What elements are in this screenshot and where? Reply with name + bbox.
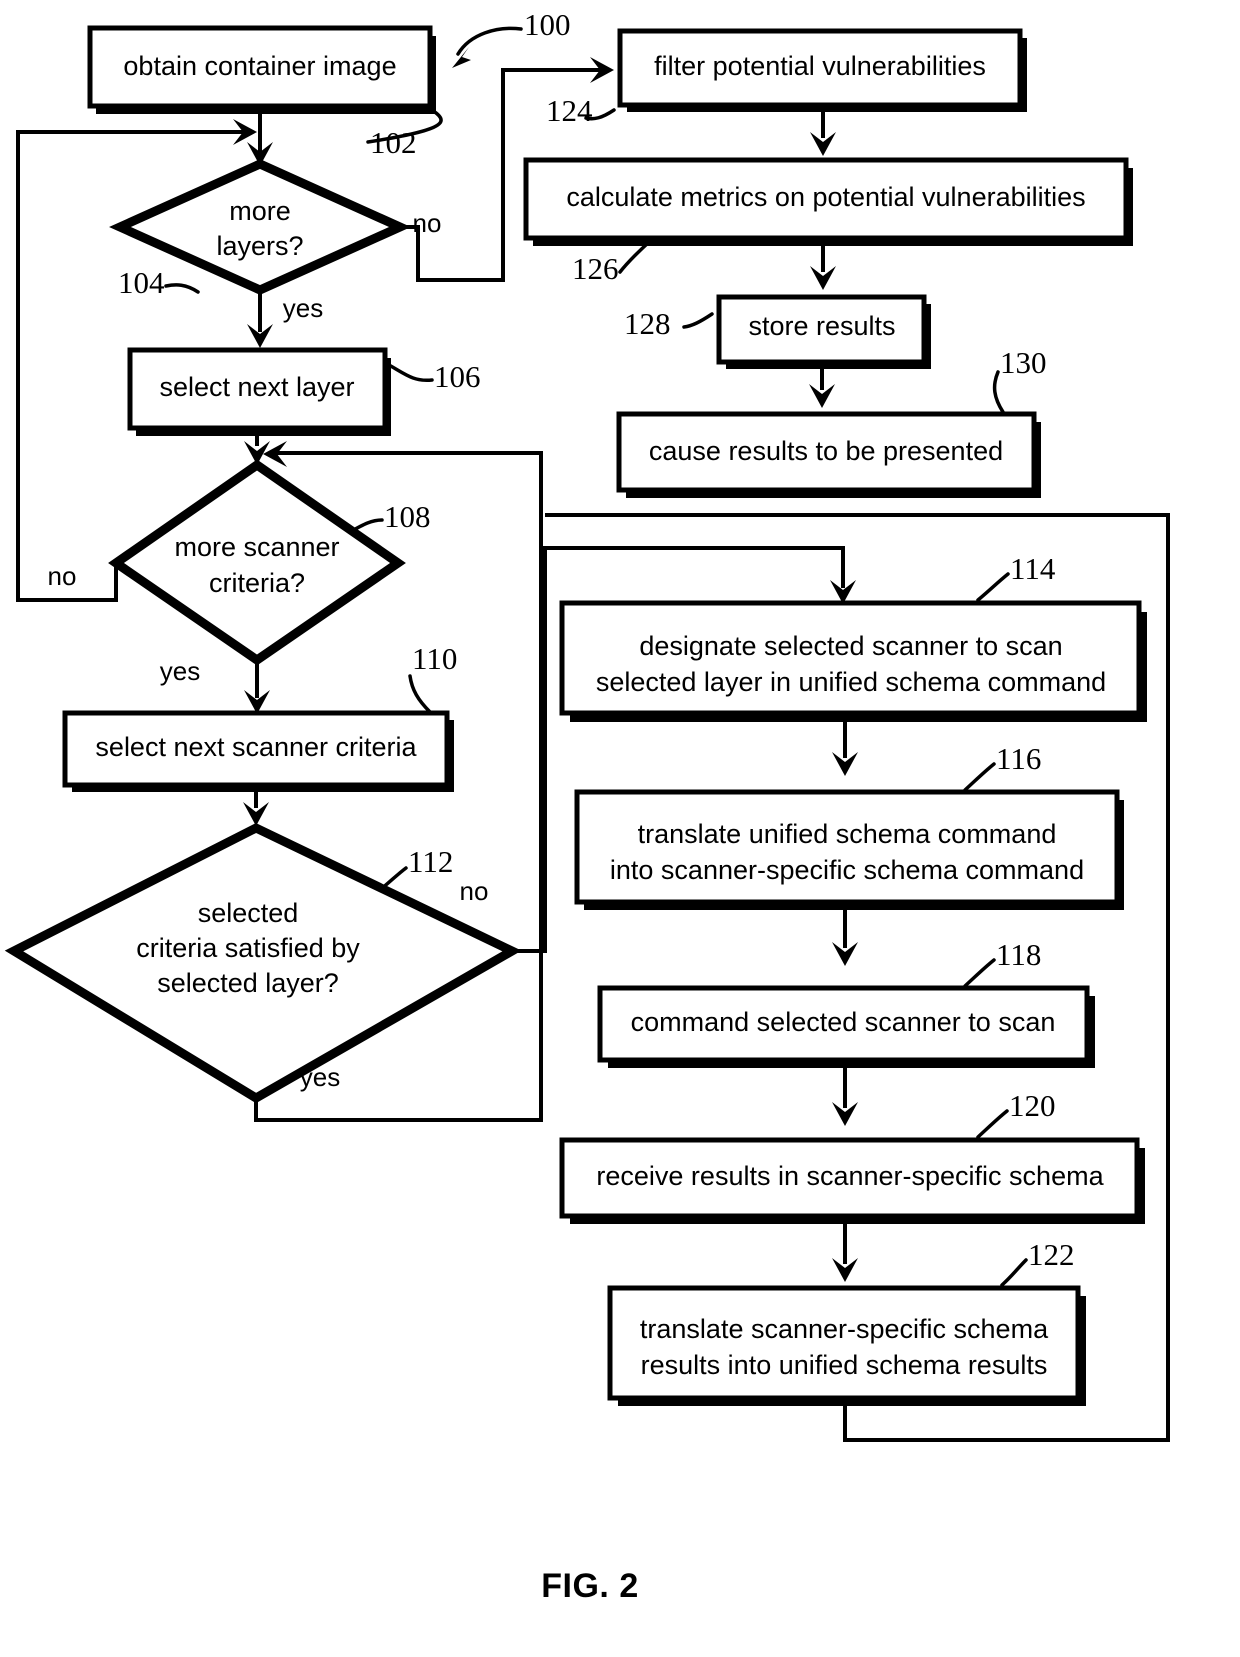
edge-label-layers-yes: yes <box>283 293 323 323</box>
edge-label-criteria-no: no <box>48 561 77 591</box>
node-110-select-next-scanner-criteria: select next scanner criteria <box>62 710 454 792</box>
leader-112 <box>378 866 408 892</box>
node-118-command-scanner: command selected scanner to scan <box>597 985 1095 1068</box>
leader-122 <box>1000 1258 1028 1287</box>
node-112-label-line3: selected layer? <box>157 968 339 998</box>
node-102-obtain-container-image: obtain container image <box>87 25 436 114</box>
node-114-label-line2: selected layer in unified schema command <box>596 667 1106 697</box>
node-118-label: command selected scanner to scan <box>631 1007 1056 1037</box>
node-122-label-line2: results into unified schema results <box>641 1350 1048 1380</box>
node-108-label-line2: criteria? <box>209 568 305 598</box>
node-108-more-scanner-criteria: more scanner criteria? <box>108 459 406 666</box>
leader-108 <box>348 518 384 534</box>
node-122-translate-results: translate scanner-specific schema result… <box>607 1285 1086 1406</box>
leader-116 <box>963 762 996 792</box>
leader-106 <box>387 363 434 383</box>
node-108-label-line1: more scanner <box>174 532 339 562</box>
node-128-store-results: store results <box>716 294 931 369</box>
ref-122: 122 <box>1028 1237 1075 1272</box>
node-126-calculate-metrics: calculate metrics on potential vulnerabi… <box>523 157 1133 246</box>
ref-102: 102 <box>370 125 417 160</box>
node-124-filter-potential-vulnerabilities: filter potential vulnerabilities <box>617 28 1027 112</box>
figure-caption: FIG. 2 <box>541 1567 638 1605</box>
node-106-select-next-layer: select next layer <box>127 347 391 436</box>
node-124-label: filter potential vulnerabilities <box>654 51 986 81</box>
ref-100: 100 <box>524 7 571 42</box>
node-104-label-line1: more <box>229 196 291 226</box>
node-126-label: calculate metrics on potential vulnerabi… <box>566 182 1085 212</box>
node-112-label-line2: criteria satisfied by <box>136 933 360 963</box>
node-128-label: store results <box>748 311 895 341</box>
node-104-label-line2: layers? <box>216 231 303 261</box>
ref-116: 116 <box>996 741 1041 776</box>
ref-110: 110 <box>412 641 457 676</box>
ref-108: 108 <box>384 499 431 534</box>
edge-label-layers-no: no <box>413 208 442 238</box>
ref-128: 128 <box>624 306 671 341</box>
patent-figure: obtain container image 102 100 more laye… <box>0 0 1240 1657</box>
ref-106: 106 <box>434 359 481 394</box>
node-102-label: obtain container image <box>123 51 396 81</box>
ref-124: 124 <box>546 93 593 128</box>
leader-114 <box>976 572 1010 602</box>
ref-104: 104 <box>118 265 165 300</box>
leader-126 <box>618 241 650 274</box>
edge-label-satisfied-no: no <box>460 876 489 906</box>
node-112-label-line1: selected <box>198 898 299 928</box>
edge-label-criteria-yes: yes <box>160 656 200 686</box>
leader-110 <box>408 674 432 714</box>
ref-126: 126 <box>572 251 619 286</box>
node-130-cause-results-presented: cause results to be presented <box>616 411 1041 498</box>
node-114-label-line1: designate selected scanner to scan <box>639 631 1062 661</box>
leader-104 <box>164 283 200 294</box>
ref-130: 130 <box>1000 345 1047 380</box>
leader-120 <box>976 1109 1009 1139</box>
node-110-label: select next scanner criteria <box>95 732 417 762</box>
leader-100 <box>456 26 523 56</box>
node-120-receive-results: receive results in scanner-specific sche… <box>559 1137 1145 1224</box>
node-120-label: receive results in scanner-specific sche… <box>596 1161 1104 1191</box>
leader-118 <box>963 958 996 988</box>
flowchart-svg: obtain container image 102 100 more laye… <box>4 7 1170 1605</box>
leader-128 <box>682 312 714 329</box>
edge-label-satisfied-yes: yes <box>300 1062 340 1092</box>
ref-112: 112 <box>408 844 453 879</box>
node-130-label: cause results to be presented <box>649 436 1003 466</box>
node-122-label-line1: translate scanner-specific schema <box>640 1314 1049 1344</box>
ref-114: 114 <box>1010 551 1056 586</box>
node-114-designate-scanner: designate selected scanner to scan selec… <box>559 600 1147 722</box>
node-116-label-line2: into scanner-specific schema command <box>610 855 1084 885</box>
ref-120: 120 <box>1009 1088 1056 1123</box>
node-116-translate-unified-command: translate unified schema command into sc… <box>574 789 1124 910</box>
ref-118: 118 <box>996 937 1041 972</box>
node-106-label: select next layer <box>159 372 354 402</box>
node-116-label-line1: translate unified schema command <box>638 819 1057 849</box>
